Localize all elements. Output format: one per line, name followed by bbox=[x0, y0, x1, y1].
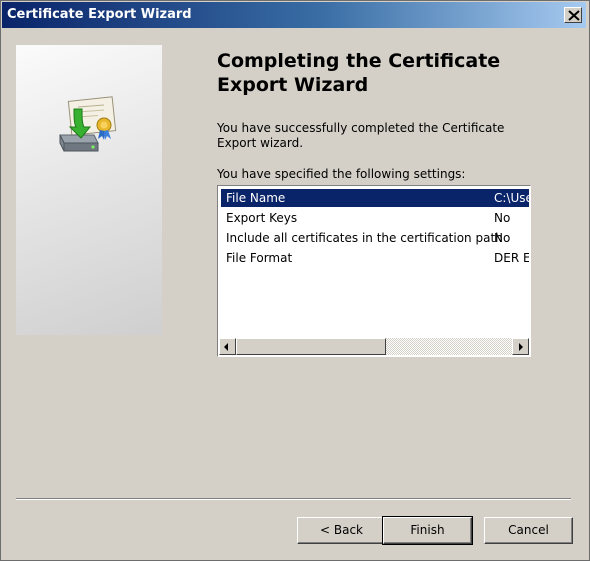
settings-list-rows: File Name C:\Use Export Keys No Include … bbox=[219, 187, 529, 339]
back-button[interactable]: < Back bbox=[297, 517, 386, 544]
scrollbar-thumb[interactable] bbox=[236, 338, 386, 355]
title-bar[interactable]: Certificate Export Wizard bbox=[2, 2, 586, 28]
setting-value: No bbox=[494, 231, 511, 245]
page-title: Completing the Certificate Export Wizard bbox=[217, 50, 501, 96]
arrow-right-icon bbox=[519, 343, 523, 351]
scroll-left-button[interactable] bbox=[219, 338, 236, 355]
list-item[interactable]: Include all certificates in the certific… bbox=[221, 229, 529, 247]
setting-value: DER Er bbox=[494, 251, 529, 265]
list-item[interactable]: File Format DER Er bbox=[221, 249, 529, 267]
setting-name: File Format bbox=[226, 251, 293, 265]
list-item[interactable]: Export Keys No bbox=[221, 209, 529, 227]
cancel-button[interactable]: Cancel bbox=[484, 517, 573, 544]
close-button[interactable] bbox=[564, 7, 582, 23]
completion-message: You have successfully completed the Cert… bbox=[217, 121, 505, 150]
setting-value: C:\Use bbox=[494, 191, 529, 205]
arrow-left-icon bbox=[224, 343, 228, 351]
certificate-export-icon bbox=[59, 96, 117, 152]
window-title: Certificate Export Wizard bbox=[7, 7, 192, 22]
setting-name: Export Keys bbox=[226, 211, 298, 225]
list-item[interactable]: File Name C:\Use bbox=[221, 189, 529, 207]
settings-label: You have specified the following setting… bbox=[217, 167, 466, 181]
setting-value: No bbox=[494, 211, 511, 225]
wizard-window: Certificate Export Wizard Completing the… bbox=[0, 0, 590, 561]
setting-name: Include all certificates in the certific… bbox=[226, 231, 503, 245]
scroll-right-button[interactable] bbox=[512, 338, 529, 355]
footer-divider bbox=[16, 498, 571, 500]
close-icon bbox=[568, 10, 580, 21]
setting-name: File Name bbox=[226, 191, 286, 205]
horizontal-scrollbar[interactable] bbox=[219, 338, 529, 355]
wizard-side-panel bbox=[16, 45, 162, 335]
settings-list[interactable]: File Name C:\Use Export Keys No Include … bbox=[217, 185, 531, 357]
finish-button[interactable]: Finish bbox=[382, 516, 473, 545]
